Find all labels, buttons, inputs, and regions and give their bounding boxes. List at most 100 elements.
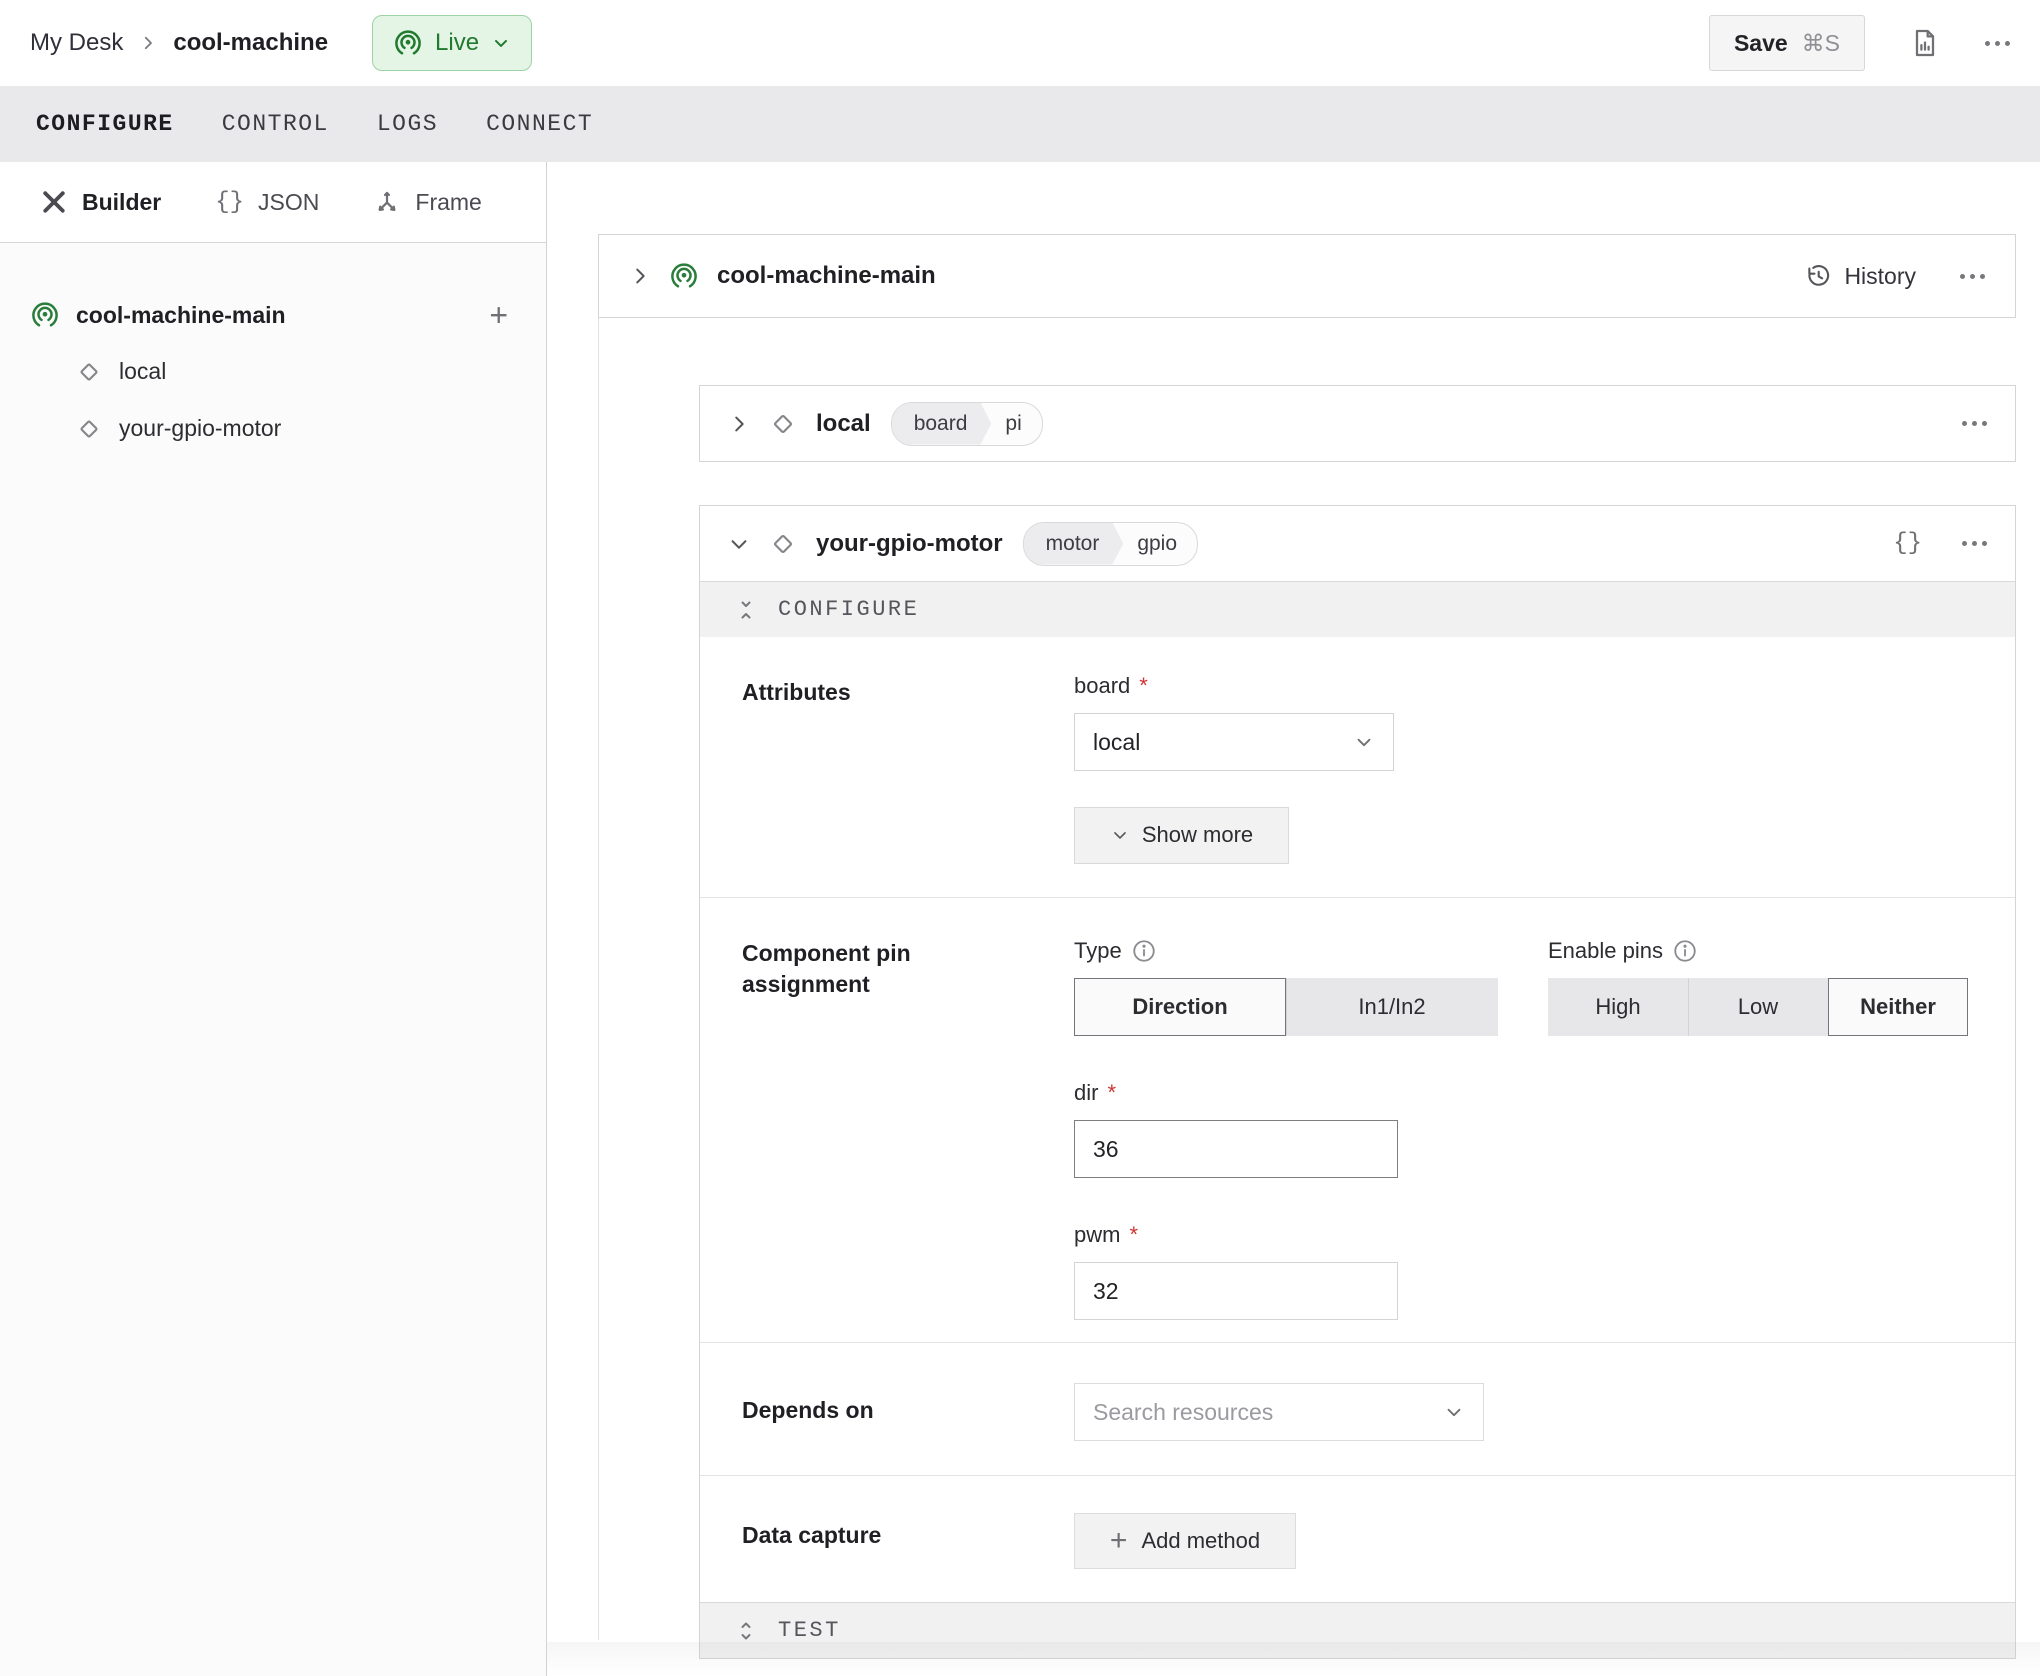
save-shortcut: ⌘S	[1802, 30, 1840, 57]
plus-icon: +	[1110, 1526, 1128, 1556]
enable-pins-toggle-group: High Low Neither	[1548, 978, 1968, 1036]
machine-nav-tabs: CONFIGURE CONTROL LOGS CONNECT	[0, 86, 2040, 162]
pin-assignment-section: Component pin assignment Type	[700, 897, 2015, 1342]
broadcast-icon	[393, 28, 423, 58]
view-tab-builder-label: Builder	[82, 189, 161, 216]
required-marker: *	[1129, 1222, 1138, 1248]
gpio-motor-card-header: your-gpio-motor motor gpio {}	[700, 506, 2015, 581]
tree-item-label: cool-machine-main	[76, 302, 489, 329]
config-main-panel: cool-machine-main History	[547, 162, 2040, 1676]
required-marker: *	[1107, 1080, 1116, 1106]
file-chart-icon[interactable]	[1909, 27, 1941, 59]
expand-chevron-right-icon[interactable]	[629, 265, 651, 287]
tree-item-local[interactable]: local	[0, 343, 546, 400]
top-header: My Desk cool-machine Live Save ⌘S	[0, 0, 2040, 86]
tools-icon	[40, 188, 68, 216]
view-tab-frame-label: Frame	[415, 189, 481, 216]
view-tab-json[interactable]: {} JSON	[215, 189, 319, 216]
component-title: your-gpio-motor	[816, 530, 1003, 558]
config-sidebar: Builder {} JSON Frame	[0, 162, 547, 1676]
tree-item-label: your-gpio-motor	[119, 415, 281, 442]
chevron-down-icon	[491, 33, 511, 53]
dir-pin-input[interactable]	[1074, 1120, 1398, 1178]
tree-item-main-part[interactable]: cool-machine-main +	[0, 287, 546, 343]
section-label: Attributes	[742, 677, 952, 708]
type-option-direction[interactable]: Direction	[1074, 978, 1286, 1036]
gpio-motor-card: your-gpio-motor motor gpio {}	[699, 505, 2016, 1659]
save-label: Save	[1734, 30, 1788, 57]
configure-bar-label: CONFIGURE	[778, 597, 919, 622]
component-diamond-icon	[768, 529, 798, 559]
chevron-down-icon	[1443, 1401, 1465, 1423]
collapse-vertical-icon	[734, 598, 758, 622]
machine-part-card: cool-machine-main History	[598, 234, 2016, 318]
tab-connect[interactable]: CONNECT	[462, 86, 617, 162]
enable-pins-field-label: Enable pins	[1548, 938, 1968, 964]
tab-configure[interactable]: CONFIGURE	[12, 86, 198, 162]
type-option-in1-in2[interactable]: In1/In2	[1286, 978, 1498, 1036]
broadcast-icon	[669, 261, 699, 291]
badge-model: pi	[991, 403, 1041, 445]
history-icon	[1804, 262, 1832, 290]
badge-model: gpio	[1123, 523, 1197, 565]
attributes-section: Attributes board* local	[700, 637, 2015, 897]
component-type-badge: motor gpio	[1023, 522, 1198, 566]
viam-machine-page: My Desk cool-machine Live Save ⌘S	[0, 0, 2040, 1676]
tab-logs[interactable]: LOGS	[353, 86, 462, 162]
card-overflow-menu-icon[interactable]	[1962, 541, 1987, 546]
type-field-label: Type	[1074, 938, 1498, 964]
pwm-pin-input[interactable]	[1074, 1262, 1398, 1320]
component-type-badge: board pi	[891, 402, 1043, 446]
badge-type: board	[892, 403, 992, 445]
view-tab-builder[interactable]: Builder	[40, 188, 161, 216]
chevron-down-icon	[1110, 825, 1130, 845]
test-bar-label: TEST	[778, 1618, 841, 1643]
board-field-label: board*	[1074, 673, 2015, 699]
breadcrumb: My Desk cool-machine	[30, 29, 328, 57]
view-tab-frame[interactable]: Frame	[373, 188, 481, 216]
show-more-button[interactable]: Show more	[1074, 807, 1289, 864]
history-button[interactable]: History	[1804, 262, 1916, 290]
enable-pins-block: Enable pins High Low	[1548, 938, 1968, 1036]
collapse-chevron-down-icon[interactable]	[728, 533, 750, 555]
show-more-label: Show more	[1142, 822, 1253, 848]
edit-json-icon[interactable]: {}	[1893, 530, 1922, 557]
live-status-button[interactable]: Live	[372, 15, 532, 71]
local-board-card: local board pi	[699, 385, 2016, 462]
component-title: local	[816, 410, 871, 438]
component-diamond-icon	[768, 409, 798, 439]
machine-part-tree: cool-machine-main + local	[0, 243, 546, 1676]
configure-section-bar[interactable]: CONFIGURE	[700, 581, 2015, 637]
tree-item-your-gpio-motor[interactable]: your-gpio-motor	[0, 400, 546, 457]
component-diamond-icon	[75, 415, 103, 443]
header-overflow-menu-icon[interactable]	[1985, 41, 2010, 46]
data-capture-section: Data capture + Add method	[700, 1475, 2015, 1602]
breadcrumb-chevron-icon	[139, 34, 157, 52]
pwm-field-label: pwm*	[1074, 1222, 2015, 1248]
card-overflow-menu-icon[interactable]	[1962, 421, 1987, 426]
type-toggle-block: Type Direction In1/In2	[1074, 938, 1498, 1036]
enable-option-neither[interactable]: Neither	[1828, 978, 1968, 1036]
dir-field-label: dir*	[1074, 1080, 2015, 1106]
type-toggle-group: Direction In1/In2	[1074, 978, 1498, 1036]
breadcrumb-parent-link[interactable]: My Desk	[30, 29, 123, 57]
info-icon[interactable]	[1131, 938, 1157, 964]
depends-on-section: Depends on Search resources	[700, 1342, 2015, 1475]
tree-item-label: local	[119, 358, 166, 385]
depends-on-select[interactable]: Search resources	[1074, 1383, 1484, 1441]
info-icon[interactable]	[1672, 938, 1698, 964]
add-method-button[interactable]: + Add method	[1074, 1513, 1296, 1569]
enable-option-high[interactable]: High	[1548, 978, 1688, 1036]
expand-chevron-right-icon[interactable]	[728, 413, 750, 435]
badge-type: motor	[1024, 523, 1124, 565]
tab-control[interactable]: CONTROL	[198, 86, 353, 162]
history-label: History	[1844, 263, 1916, 290]
view-tab-json-label: JSON	[258, 189, 319, 216]
machine-name: cool-machine	[173, 29, 328, 57]
save-button[interactable]: Save ⌘S	[1709, 15, 1865, 71]
card-overflow-menu-icon[interactable]	[1960, 274, 1985, 279]
add-component-icon[interactable]: +	[489, 299, 508, 331]
bottom-fade	[547, 1642, 2040, 1676]
enable-option-low[interactable]: Low	[1688, 978, 1828, 1036]
board-select[interactable]: local	[1074, 713, 1394, 771]
